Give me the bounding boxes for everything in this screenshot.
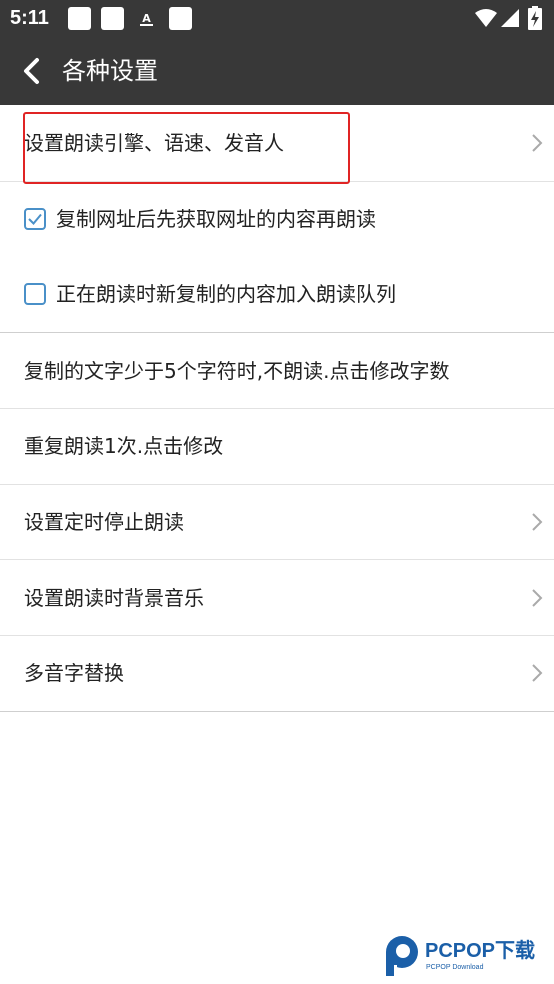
checkmark-icon [28, 213, 42, 225]
chevron-right-icon [532, 589, 543, 607]
divider [0, 711, 554, 712]
watermark-brand: PCPOP下载 [425, 940, 536, 962]
watermark-sub: PCPOP Download [426, 964, 484, 971]
font-a-icon: A [135, 7, 158, 30]
setting-row-polyphone[interactable]: 多音字替换 [0, 636, 554, 711]
setting-label-polyphone: 多音字替换 [24, 661, 124, 685]
pcpop-logo-icon [386, 936, 418, 976]
chevron-left-icon[interactable] [18, 56, 48, 86]
setting-label-engine: 设置朗读引擎、语速、发音人 [24, 131, 284, 155]
status-bar: 5:11 A [0, 0, 554, 38]
chevron-right-icon [532, 513, 543, 531]
battery-charging-icon [528, 6, 542, 30]
checkbox-fetch-url[interactable] [24, 208, 46, 230]
chevron-right-icon [532, 664, 543, 682]
setting-row-engine[interactable]: 设置朗读引擎、语速、发音人 [0, 105, 554, 181]
status-time: 5:11 [10, 7, 49, 29]
notification-square-icon [101, 7, 124, 30]
watermark: PCPOP下载 PCPOP Download [383, 935, 553, 979]
setting-row-queue[interactable]: 正在朗读时新复制的内容加入朗读队列 [0, 257, 554, 332]
chevron-right-icon [532, 134, 543, 152]
setting-label-bg-music: 设置朗读时背景音乐 [24, 586, 204, 610]
setting-row-bg-music[interactable]: 设置朗读时背景音乐 [0, 560, 554, 635]
page-title: 各种设置 [62, 57, 158, 85]
setting-row-repeat[interactable]: 重复朗读1次.点击修改 [0, 409, 554, 484]
signal-icon [501, 9, 519, 27]
checkbox-queue[interactable] [24, 283, 46, 305]
font-a-glyph: A [142, 12, 151, 25]
setting-label-min-chars: 复制的文字少于5个字符时,不朗读.点击修改字数 [24, 359, 450, 383]
wifi-icon [475, 9, 497, 27]
setting-label-fetch-url: 复制网址后先获取网址的内容再朗读 [56, 207, 376, 231]
app-bar: 各种设置 [0, 38, 554, 105]
setting-label-timer: 设置定时停止朗读 [24, 510, 184, 534]
setting-row-min-chars[interactable]: 复制的文字少于5个字符时,不朗读.点击修改字数 [0, 333, 554, 409]
notification-square-icon [169, 7, 192, 30]
notification-square-icon [68, 7, 91, 30]
setting-row-fetch-url[interactable]: 复制网址后先获取网址的内容再朗读 [0, 182, 554, 257]
setting-row-timer[interactable]: 设置定时停止朗读 [0, 485, 554, 560]
setting-label-queue: 正在朗读时新复制的内容加入朗读队列 [56, 282, 396, 306]
setting-label-repeat: 重复朗读1次.点击修改 [24, 434, 224, 458]
